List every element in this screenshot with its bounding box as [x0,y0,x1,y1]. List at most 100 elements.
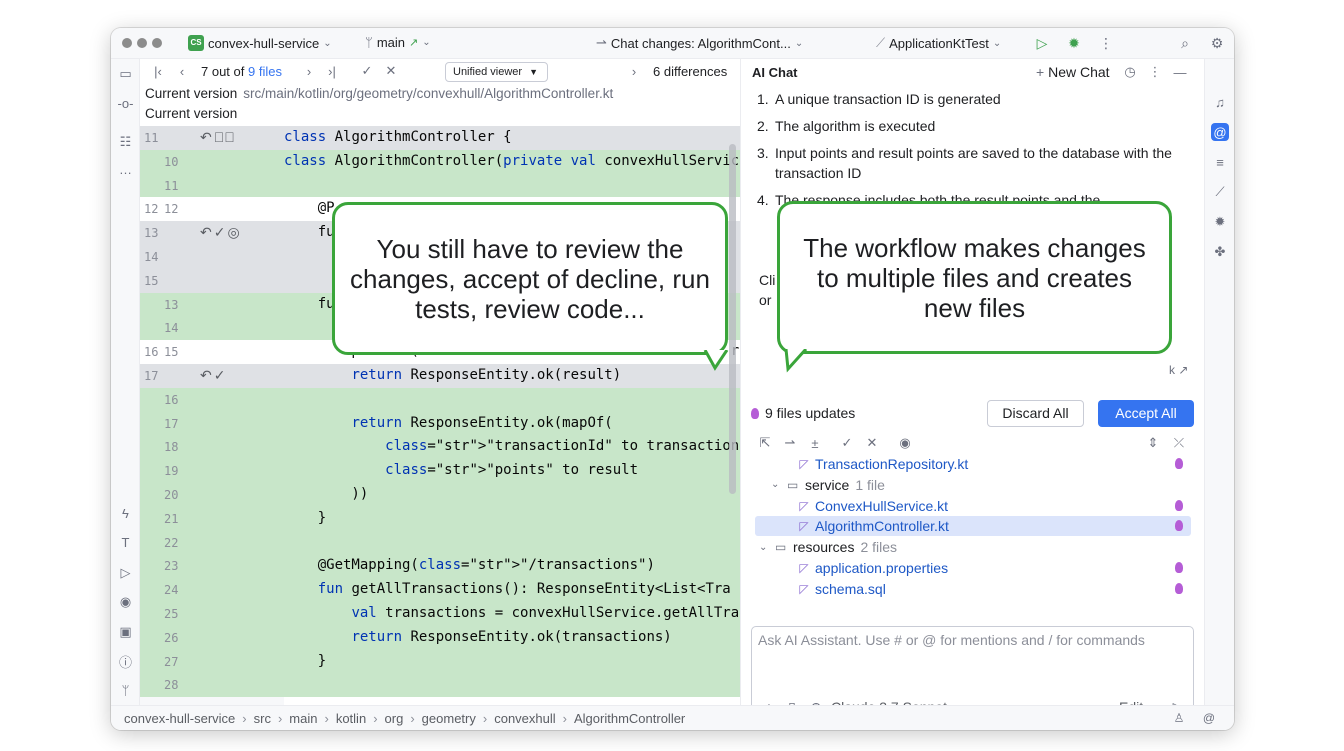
commit-icon[interactable]: -o- [117,95,134,112]
next-difference-icon[interactable]: › [626,63,642,79]
breadcrumb-item[interactable]: src [254,711,271,726]
endpoints-icon[interactable]: ⟋ [1211,183,1229,201]
next-file-icon[interactable]: › [301,63,317,79]
breadcrumb-item[interactable]: org [385,711,404,726]
branch-selector[interactable]: ᛘ main ↗ ⌄ [365,35,431,50]
accept-all-button[interactable]: Accept All [1098,400,1194,427]
editor-scrollbar[interactable] [729,144,736,494]
callout-multiple-files: The workflow makes changes to multiple f… [777,201,1172,354]
code-line[interactable]: fun getAllTransactions(): ResponseEntity… [284,578,740,602]
line-number-left: 17 [144,369,159,383]
code-line[interactable]: return ResponseEntity.ok(mapOf( [284,411,740,436]
plugins-icon[interactable]: ✤ [1211,243,1229,261]
minimize-icon[interactable]: — [1172,64,1188,80]
code-line[interactable]: )) [284,483,740,507]
services-icon[interactable]: ◉ [117,593,134,610]
tree-folder-row[interactable]: ⌄ ▭ resources 2 files [755,537,1191,557]
revert-accept-actions[interactable]: ↶✓◎ [200,224,242,241]
more-icon[interactable]: ⋮ [1147,64,1163,80]
response-link[interactable]: k ↗ [1169,363,1188,377]
tree-file-row[interactable]: ◸ application.properties [755,558,1191,578]
previous-file-icon[interactable]: ‹ [174,63,190,79]
show-diff-icon[interactable]: ⇀ [782,435,798,451]
chat-changes-selector[interactable]: ⇀ Chat changes: AlgorithmCont... ⌄ [596,35,803,51]
code-line[interactable] [284,530,740,555]
debug-icon[interactable]: ✹ [1065,34,1083,52]
tree-file-row[interactable]: ◸ ConvexHullService.kt [755,496,1191,516]
expand-arrow-icon[interactable]: ⌄ [771,479,783,490]
code-line[interactable]: } [284,649,740,674]
collapse-all-icon[interactable]: ⤫ [1171,435,1187,451]
code-line[interactable]: return ResponseEntity.ok(result) [284,364,740,388]
code-line[interactable] [284,673,740,698]
breadcrumb-separator-icon: › [324,711,329,726]
more-icon[interactable]: ⋮ [1097,34,1115,52]
more-tools-icon[interactable]: … [117,161,134,178]
tree-file-row[interactable]: ◸ TransactionRepository.kt [755,454,1191,474]
code-line[interactable] [284,173,740,198]
inspection-icon[interactable]: ♙ [1171,710,1187,726]
problems-icon[interactable]: ⓘ [117,653,134,670]
settings-icon[interactable]: ⚙ [1208,34,1226,52]
code-line[interactable]: return ResponseEntity.ok(transactions) [284,625,740,650]
code-line[interactable]: class="str">"transactionId" to transacti… [284,435,740,460]
tree-file-row[interactable]: ◸ AlgorithmController.kt [755,516,1191,537]
terminal-icon[interactable]: ▣ [117,623,134,640]
code-line[interactable]: } [284,506,740,531]
line-number-right: 25 [164,607,179,621]
accept-check-icon[interactable]: ✓ [839,435,855,451]
breadcrumb-item[interactable]: kotlin [336,711,366,726]
breadcrumb-item[interactable]: geometry [422,711,476,726]
plus-minus-icon[interactable]: ± [807,435,823,451]
code-line[interactable]: @GetMapping(class="str">"/transactions") [284,554,740,579]
revert-accept-actions[interactable]: ↶✓ [200,367,227,384]
code-line[interactable]: class="str">"points" to result [284,459,740,483]
project-selector[interactable]: CS convex-hull-service ⌄ [188,35,332,51]
run-icon[interactable]: ▷ [1033,34,1051,52]
breadcrumb-item[interactable]: convex-hull-service [124,711,235,726]
git-icon[interactable]: ᛘ [117,682,134,699]
tree-folder-row[interactable]: ⌄ ▭ service 1 file [755,475,1191,495]
revert-accept-actions[interactable]: ↶✓⃠ [200,129,237,146]
search-icon[interactable]: ⌕ [1176,34,1194,52]
last-file-icon[interactable]: ›| [324,63,340,79]
breadcrumb-item[interactable]: convexhull [494,711,555,726]
code-line[interactable] [284,387,740,412]
new-chat-button[interactable]: + New Chat [1036,64,1110,80]
accept-check-icon[interactable]: ✓ [359,63,375,79]
reject-close-icon[interactable]: ✕ [864,435,880,451]
close-window-button[interactable] [122,38,132,48]
lightning-icon[interactable]: ϟ [117,505,134,522]
reject-close-icon[interactable]: ✕ [383,63,399,79]
first-file-icon[interactable]: |‹ [150,63,166,79]
expand-all-icon[interactable]: ⇕ [1145,435,1161,451]
breadcrumb-item[interactable]: AlgorithmController [574,711,685,726]
run-config-selector[interactable]: ⟋ ApplicationKtTest ⌄ [876,35,1001,51]
ai-status-icon[interactable]: @ [1201,710,1217,726]
notifications-bell-icon[interactable]: ♫ [1211,93,1229,111]
run-tool-icon[interactable]: ▷ [117,564,134,581]
files-link[interactable]: 9 files [248,64,282,79]
viewer-mode-select[interactable]: Unified viewer ▼ [445,62,548,82]
files-tree-toolbar: ⇱ ⇀ ± ✓ ✕ ◉ ⇕ ⤫ [757,435,1187,453]
discard-all-button[interactable]: Discard All [987,400,1084,427]
minimize-window-button[interactable] [137,38,147,48]
structure-icon[interactable]: ☷ [117,133,134,150]
chat-input[interactable] [758,632,1186,682]
debug-bug-icon[interactable]: ✹ [1211,213,1229,231]
code-line[interactable]: class AlgorithmController(private val co… [284,149,740,174]
chevron-down-icon: ⌄ [794,37,804,49]
history-icon[interactable]: ◷ [1122,64,1138,80]
project-folder-icon[interactable]: ▭ [117,65,134,82]
code-line[interactable]: class AlgorithmController { [284,126,740,150]
zoom-window-button[interactable] [152,38,162,48]
code-line[interactable]: val transactions = convexHullService.get… [284,602,740,626]
eye-icon[interactable]: ◉ [897,435,913,451]
ai-assistant-icon[interactable]: @ [1211,123,1229,141]
expand-arrow-icon[interactable]: ⌄ [759,542,771,553]
open-in-editor-icon[interactable]: ⇱ [757,435,773,451]
build-hammer-icon[interactable]: T [117,534,134,551]
breadcrumb-item[interactable]: main [289,711,317,726]
tree-file-row[interactable]: ◸ schema.sql [755,579,1191,599]
database-icon[interactable]: ≡ [1211,153,1229,171]
